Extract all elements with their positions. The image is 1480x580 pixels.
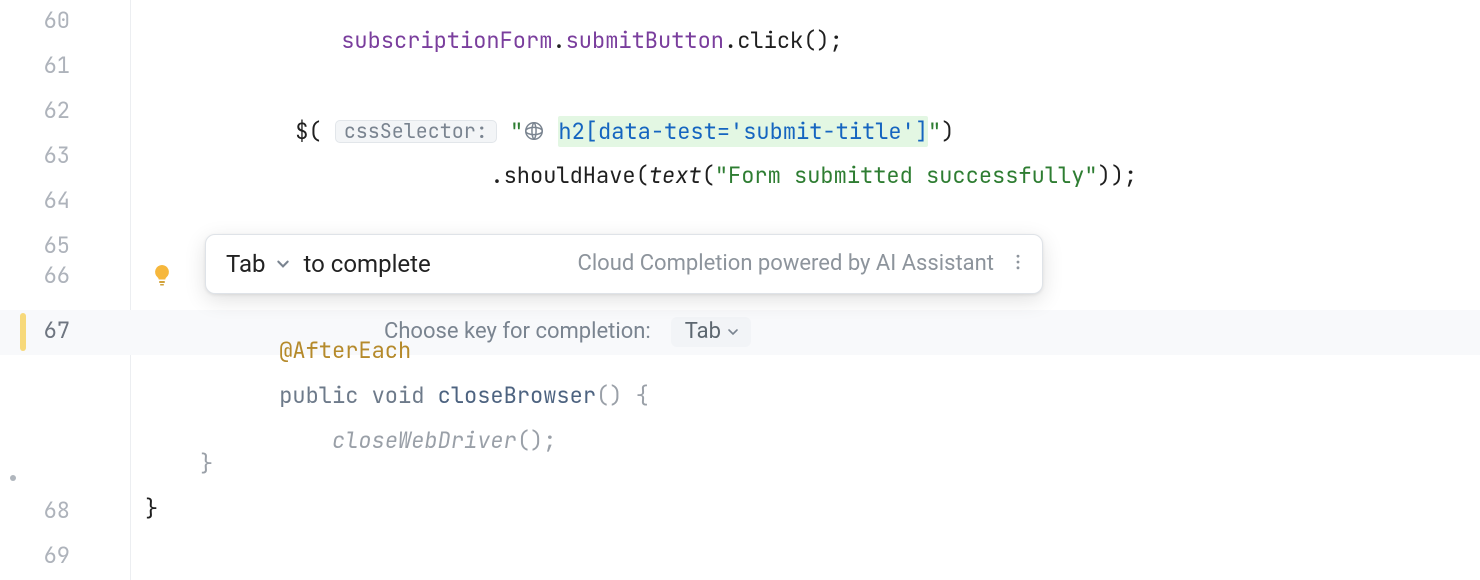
code-line-ghost[interactable]: } (0, 445, 1480, 490)
code-line-ghost[interactable]: closeWebDriver(); (0, 400, 1480, 445)
completion-config-inline: Choose key for completion: Tab (384, 317, 751, 347)
line-number: 65 (0, 235, 70, 257)
code-line[interactable]: 63 .shouldHave(text("Form submitted succ… (0, 135, 1480, 180)
caret-down-icon (727, 326, 739, 338)
cloud-completion-label: Cloud Completion powered by AI Assistant (578, 253, 995, 275)
completion-hint-label: to complete (304, 252, 431, 276)
code-editor: 60 subscriptionForm.submitButton.click()… (0, 0, 1480, 580)
code-line[interactable]: 62 $( cssSelector: " h2[data-test='submi… (0, 90, 1480, 135)
completion-popup: Tab to complete Cloud Completion powered… (205, 234, 1043, 294)
code-line[interactable]: 60 subscriptionForm.submitButton.click()… (0, 0, 1480, 45)
line-number: 67 (0, 320, 70, 342)
line-number: 66 (0, 265, 70, 287)
line-number: 64 (0, 190, 70, 212)
completion-config-label: Choose key for completion: (384, 321, 651, 343)
completion-key-value: Tab (685, 321, 721, 343)
caret-down-icon[interactable] (276, 253, 290, 275)
line-number: 61 (0, 55, 70, 77)
line-number: 69 (0, 545, 70, 567)
completion-key-label: Tab (226, 252, 266, 276)
line-number: 62 (0, 100, 70, 122)
token-brace: } (200, 453, 213, 475)
line-number: 60 (0, 10, 70, 32)
more-actions-button[interactable] (1008, 252, 1028, 276)
code-line-active[interactable]: 67 @AfterEach Choose key for completion:… (0, 310, 1480, 355)
vcs-change-marker[interactable] (20, 313, 26, 351)
intention-bulb-icon[interactable] (150, 263, 174, 287)
breakpoint-gutter-dot[interactable] (10, 475, 16, 481)
line-number: 68 (0, 500, 70, 522)
code-line[interactable]: 61 (0, 45, 1480, 90)
code-line[interactable]: 64 (0, 180, 1480, 225)
code-line[interactable]: 69 (0, 535, 1480, 580)
token-brace: } (145, 498, 158, 520)
code-line[interactable]: 68 } (0, 490, 1480, 535)
code-line-ghost[interactable]: public void closeBrowser() { (0, 355, 1480, 400)
line-number: 63 (0, 145, 70, 167)
completion-key-dropdown[interactable]: Tab (671, 317, 751, 347)
